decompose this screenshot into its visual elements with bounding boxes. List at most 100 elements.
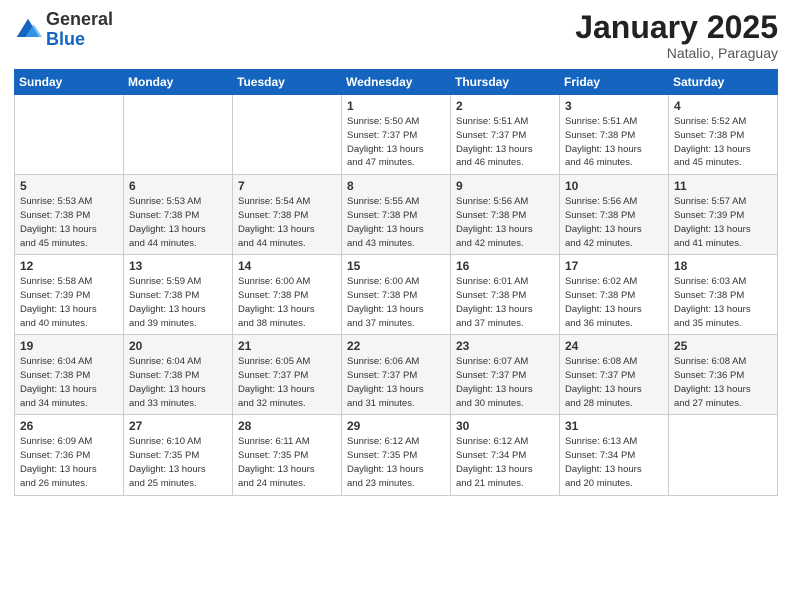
calendar-day-cell: 30 Sunrise: 6:12 AM Sunset: 7:34 PM Dayli… <box>451 415 560 495</box>
page-container: General Blue January 2025 Natalio, Parag… <box>0 0 792 506</box>
day-info: Sunrise: 5:51 AM Sunset: 7:38 PM Dayligh… <box>565 115 663 170</box>
day-info: Sunrise: 6:04 AM Sunset: 7:38 PM Dayligh… <box>20 355 118 410</box>
day-info: Sunrise: 6:03 AM Sunset: 7:38 PM Dayligh… <box>674 275 772 330</box>
logo-general: General <box>46 10 113 30</box>
weekday-header: Friday <box>560 70 669 95</box>
day-info: Sunrise: 5:50 AM Sunset: 7:37 PM Dayligh… <box>347 115 445 170</box>
calendar-day-cell <box>124 95 233 175</box>
day-number: 15 <box>347 259 445 273</box>
logo-blue: Blue <box>46 30 113 50</box>
weekday-header: Saturday <box>669 70 778 95</box>
day-number: 28 <box>238 419 336 433</box>
calendar-day-cell: 3 Sunrise: 5:51 AM Sunset: 7:38 PM Daylig… <box>560 95 669 175</box>
calendar-day-cell <box>15 95 124 175</box>
calendar-day-cell: 12 Sunrise: 5:58 AM Sunset: 7:39 PM Dayli… <box>15 255 124 335</box>
title-block: January 2025 Natalio, Paraguay <box>575 10 778 61</box>
day-number: 8 <box>347 179 445 193</box>
logo-text: General Blue <box>46 10 113 50</box>
day-number: 4 <box>674 99 772 113</box>
day-number: 27 <box>129 419 227 433</box>
day-number: 29 <box>347 419 445 433</box>
page-header: General Blue January 2025 Natalio, Parag… <box>14 10 778 61</box>
day-info: Sunrise: 5:55 AM Sunset: 7:38 PM Dayligh… <box>347 195 445 250</box>
calendar-day-cell: 21 Sunrise: 6:05 AM Sunset: 7:37 PM Dayli… <box>233 335 342 415</box>
calendar-day-cell: 13Sunrise: 5:59 AM Sunset: 7:38 PM Dayli… <box>124 255 233 335</box>
calendar-day-cell: 2Sunrise: 5:51 AM Sunset: 7:37 PM Daylig… <box>451 95 560 175</box>
logo-icon <box>14 16 42 44</box>
calendar-week-row: 5 Sunrise: 5:53 AM Sunset: 7:38 PM Daylig… <box>15 175 778 255</box>
day-number: 18 <box>674 259 772 273</box>
calendar-day-cell: 8 Sunrise: 5:55 AM Sunset: 7:38 PM Daylig… <box>342 175 451 255</box>
calendar-day-cell <box>669 415 778 495</box>
day-number: 6 <box>129 179 227 193</box>
day-number: 24 <box>565 339 663 353</box>
calendar-day-cell: 4 Sunrise: 5:52 AM Sunset: 7:38 PM Daylig… <box>669 95 778 175</box>
calendar-day-cell: 19 Sunrise: 6:04 AM Sunset: 7:38 PM Dayli… <box>15 335 124 415</box>
calendar-table: SundayMondayTuesdayWednesdayThursdayFrid… <box>14 69 778 495</box>
weekday-header: Tuesday <box>233 70 342 95</box>
day-info: Sunrise: 5:57 AM Sunset: 7:39 PM Dayligh… <box>674 195 772 250</box>
calendar-day-cell: 1Sunrise: 5:50 AM Sunset: 7:37 PM Daylig… <box>342 95 451 175</box>
day-info: Sunrise: 5:58 AM Sunset: 7:39 PM Dayligh… <box>20 275 118 330</box>
day-number: 7 <box>238 179 336 193</box>
day-info: Sunrise: 5:56 AM Sunset: 7:38 PM Dayligh… <box>456 195 554 250</box>
calendar-day-cell: 6 Sunrise: 5:53 AM Sunset: 7:38 PM Daylig… <box>124 175 233 255</box>
calendar-day-cell: 31Sunrise: 6:13 AM Sunset: 7:34 PM Dayli… <box>560 415 669 495</box>
day-info: Sunrise: 6:00 AM Sunset: 7:38 PM Dayligh… <box>347 275 445 330</box>
day-info: Sunrise: 5:53 AM Sunset: 7:38 PM Dayligh… <box>20 195 118 250</box>
day-info: Sunrise: 5:52 AM Sunset: 7:38 PM Dayligh… <box>674 115 772 170</box>
day-info: Sunrise: 6:06 AM Sunset: 7:37 PM Dayligh… <box>347 355 445 410</box>
calendar-week-row: 19 Sunrise: 6:04 AM Sunset: 7:38 PM Dayli… <box>15 335 778 415</box>
day-info: Sunrise: 6:00 AM Sunset: 7:38 PM Dayligh… <box>238 275 336 330</box>
calendar-day-cell <box>233 95 342 175</box>
day-number: 13 <box>129 259 227 273</box>
weekday-header: Thursday <box>451 70 560 95</box>
day-info: Sunrise: 6:10 AM Sunset: 7:35 PM Dayligh… <box>129 435 227 490</box>
day-info: Sunrise: 6:09 AM Sunset: 7:36 PM Dayligh… <box>20 435 118 490</box>
day-number: 22 <box>347 339 445 353</box>
day-number: 17 <box>565 259 663 273</box>
day-info: Sunrise: 5:56 AM Sunset: 7:38 PM Dayligh… <box>565 195 663 250</box>
weekday-header: Wednesday <box>342 70 451 95</box>
calendar-day-cell: 17 Sunrise: 6:02 AM Sunset: 7:38 PM Dayli… <box>560 255 669 335</box>
calendar-day-cell: 18 Sunrise: 6:03 AM Sunset: 7:38 PM Dayli… <box>669 255 778 335</box>
calendar-day-cell: 29Sunrise: 6:12 AM Sunset: 7:35 PM Dayli… <box>342 415 451 495</box>
day-number: 30 <box>456 419 554 433</box>
day-number: 11 <box>674 179 772 193</box>
day-number: 3 <box>565 99 663 113</box>
weekday-header: Monday <box>124 70 233 95</box>
day-number: 19 <box>20 339 118 353</box>
day-number: 9 <box>456 179 554 193</box>
calendar-day-cell: 22 Sunrise: 6:06 AM Sunset: 7:37 PM Dayli… <box>342 335 451 415</box>
day-info: Sunrise: 6:04 AM Sunset: 7:38 PM Dayligh… <box>129 355 227 410</box>
day-info: Sunrise: 6:12 AM Sunset: 7:34 PM Dayligh… <box>456 435 554 490</box>
day-number: 2 <box>456 99 554 113</box>
day-info: Sunrise: 6:13 AM Sunset: 7:34 PM Dayligh… <box>565 435 663 490</box>
calendar-day-cell: 23Sunrise: 6:07 AM Sunset: 7:37 PM Dayli… <box>451 335 560 415</box>
calendar-week-row: 26Sunrise: 6:09 AM Sunset: 7:36 PM Dayli… <box>15 415 778 495</box>
calendar-day-cell: 9 Sunrise: 5:56 AM Sunset: 7:38 PM Daylig… <box>451 175 560 255</box>
day-number: 21 <box>238 339 336 353</box>
calendar-day-cell: 15 Sunrise: 6:00 AM Sunset: 7:38 PM Dayli… <box>342 255 451 335</box>
calendar-day-cell: 11 Sunrise: 5:57 AM Sunset: 7:39 PM Dayli… <box>669 175 778 255</box>
day-number: 5 <box>20 179 118 193</box>
day-number: 25 <box>674 339 772 353</box>
day-info: Sunrise: 6:01 AM Sunset: 7:38 PM Dayligh… <box>456 275 554 330</box>
day-number: 12 <box>20 259 118 273</box>
calendar-day-cell: 26Sunrise: 6:09 AM Sunset: 7:36 PM Dayli… <box>15 415 124 495</box>
weekday-header: Sunday <box>15 70 124 95</box>
day-info: Sunrise: 6:07 AM Sunset: 7:37 PM Dayligh… <box>456 355 554 410</box>
calendar-week-row: 1Sunrise: 5:50 AM Sunset: 7:37 PM Daylig… <box>15 95 778 175</box>
location-subtitle: Natalio, Paraguay <box>575 45 778 61</box>
day-info: Sunrise: 5:54 AM Sunset: 7:38 PM Dayligh… <box>238 195 336 250</box>
calendar-week-row: 12 Sunrise: 5:58 AM Sunset: 7:39 PM Dayli… <box>15 255 778 335</box>
month-title: January 2025 <box>575 10 778 45</box>
calendar-day-cell: 27 Sunrise: 6:10 AM Sunset: 7:35 PM Dayli… <box>124 415 233 495</box>
day-info: Sunrise: 6:08 AM Sunset: 7:37 PM Dayligh… <box>565 355 663 410</box>
day-info: Sunrise: 6:02 AM Sunset: 7:38 PM Dayligh… <box>565 275 663 330</box>
day-number: 10 <box>565 179 663 193</box>
calendar-day-cell: 7 Sunrise: 5:54 AM Sunset: 7:38 PM Daylig… <box>233 175 342 255</box>
day-info: Sunrise: 5:53 AM Sunset: 7:38 PM Dayligh… <box>129 195 227 250</box>
day-info: Sunrise: 6:11 AM Sunset: 7:35 PM Dayligh… <box>238 435 336 490</box>
day-info: Sunrise: 6:05 AM Sunset: 7:37 PM Dayligh… <box>238 355 336 410</box>
